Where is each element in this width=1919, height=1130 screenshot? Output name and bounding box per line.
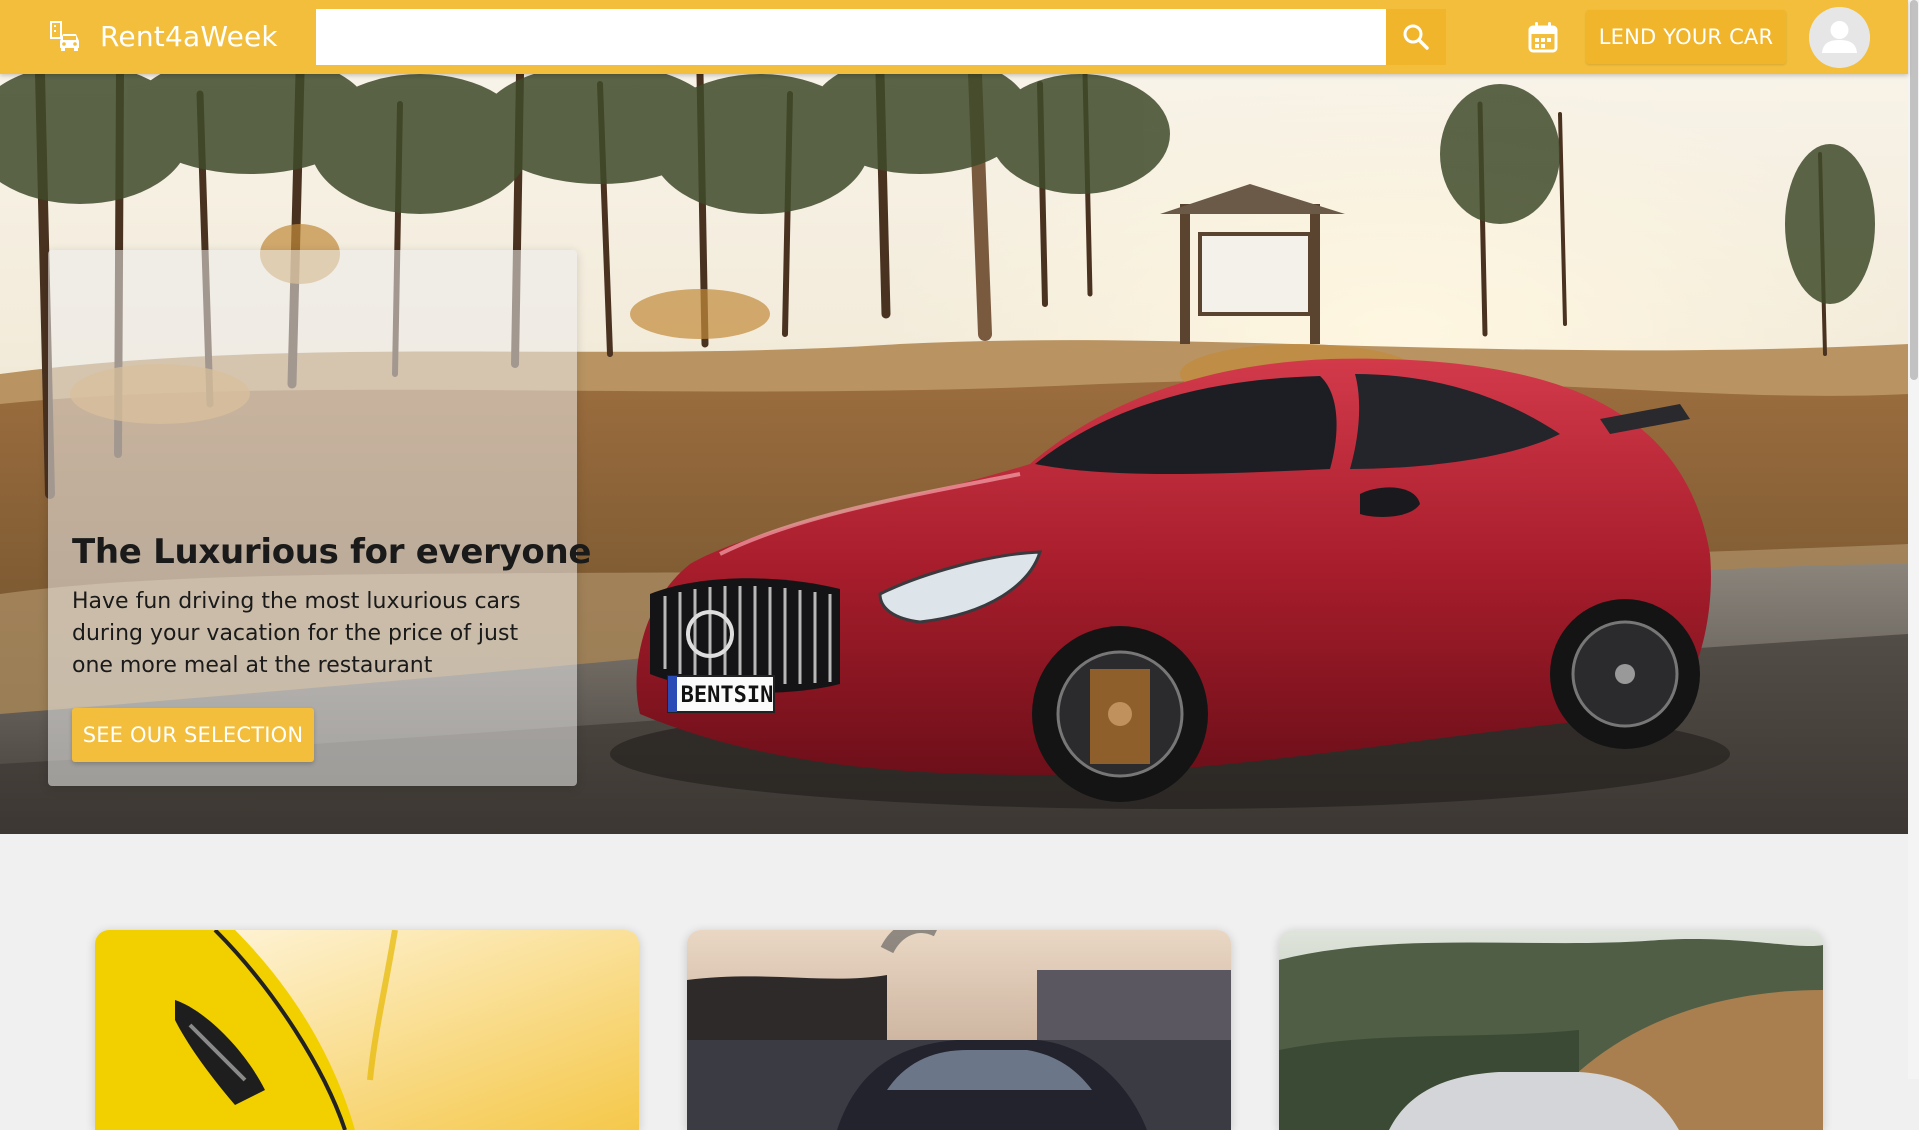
license-plate-text: BENTSIN	[681, 683, 774, 708]
person-icon	[1809, 7, 1870, 68]
top-navbar: Rent4aWeek LEND YOUR CAR	[0, 0, 1908, 74]
scrollbar-thumb[interactable]	[1910, 0, 1918, 380]
hero-title: The Luxurious for everyone	[72, 532, 592, 572]
brand-logo-link[interactable]: Rent4aWeek	[48, 16, 278, 56]
calendar-icon	[1528, 22, 1558, 53]
search-button[interactable]	[1386, 9, 1446, 65]
car-building-icon	[50, 21, 79, 51]
search-icon	[1403, 24, 1429, 50]
search-input[interactable]	[316, 9, 1386, 65]
car-card-image	[687, 930, 1231, 1130]
car-card-yellow-sports-car[interactable]	[95, 930, 639, 1130]
brand-name: Rent4aWeek	[100, 19, 278, 53]
car-card-image	[1279, 930, 1823, 1130]
search-bar	[316, 9, 1446, 65]
hero-description: Have fun driving the most luxurious cars…	[72, 589, 521, 678]
user-avatar-button[interactable]	[1809, 7, 1870, 68]
calendar-button[interactable]	[1525, 19, 1561, 55]
car-card-dark-sedan[interactable]	[687, 930, 1231, 1130]
page-scrollbar[interactable]	[1908, 0, 1919, 1079]
lend-your-car-button[interactable]: LEND YOUR CAR	[1586, 10, 1786, 64]
hero-section: BENTSIN The Luxurious for everyone Have …	[0, 74, 1908, 834]
car-card-silver-car-hills[interactable]	[1279, 930, 1823, 1130]
car-card-image	[95, 930, 639, 1130]
see-our-selection-button[interactable]: SEE OUR SELECTION	[72, 708, 314, 762]
hero-info-card: The Luxurious for everyone Have fun driv…	[48, 250, 591, 786]
